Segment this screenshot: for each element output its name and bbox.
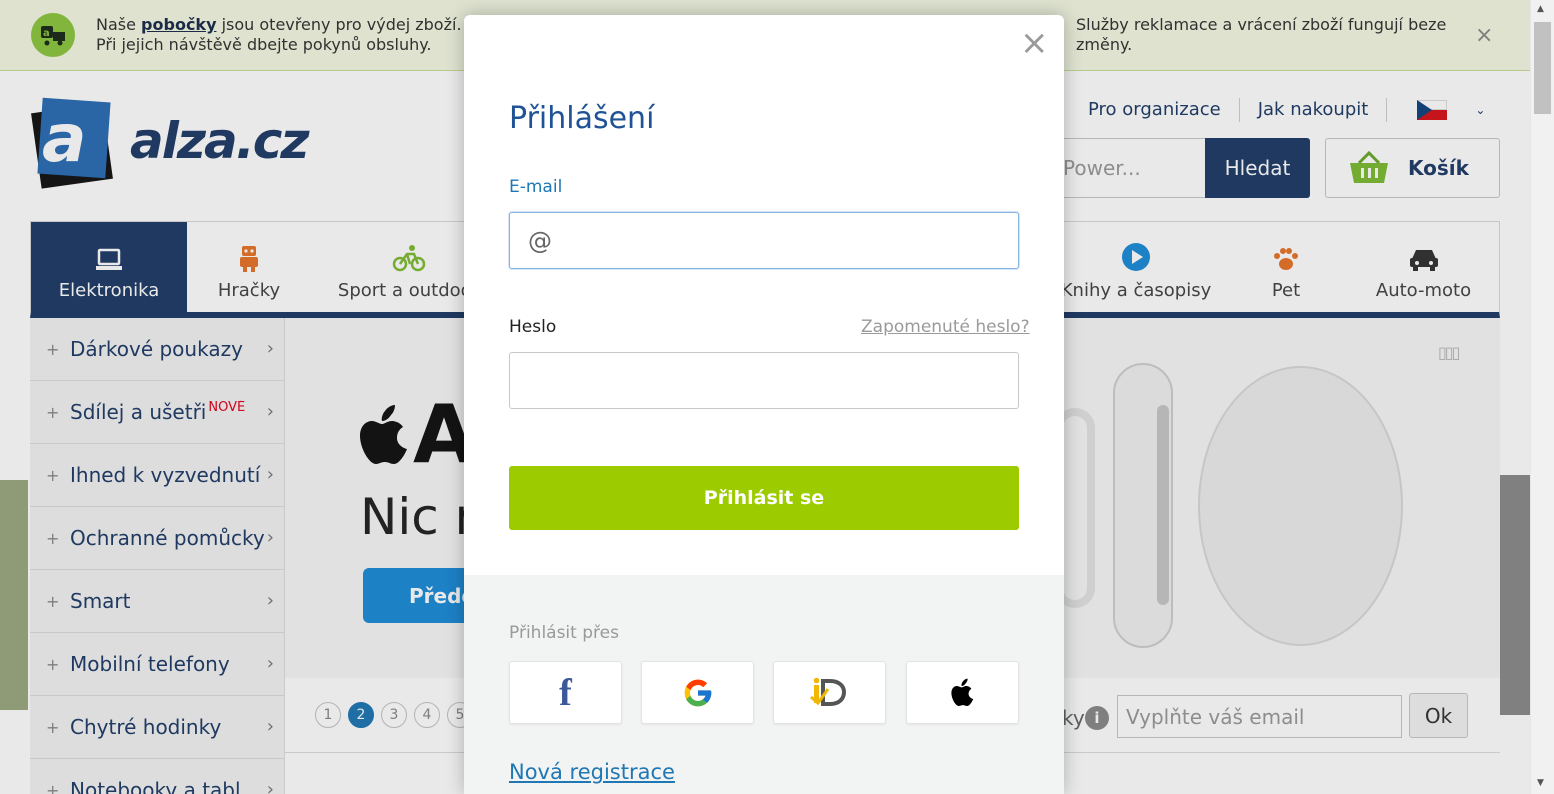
email-label: E-mail xyxy=(509,177,563,197)
mojeid-login-button[interactable] xyxy=(773,661,886,724)
modal-title: Přihlášení xyxy=(509,101,655,136)
at-sign-icon: @ xyxy=(528,227,552,255)
close-icon[interactable]: × xyxy=(1020,25,1049,61)
login-modal: × Přihlášení E-mail @ Heslo Zapomenuté h… xyxy=(464,15,1064,794)
scroll-down-icon[interactable]: ▼ xyxy=(1537,778,1544,788)
email-field[interactable]: @ xyxy=(509,212,1019,269)
mojeid-icon xyxy=(809,677,846,706)
login-button[interactable]: Přihlásit se xyxy=(509,466,1019,530)
scroll-thumb[interactable] xyxy=(1534,22,1551,114)
login-via-label: Přihlásit přes xyxy=(509,623,619,643)
apple-icon xyxy=(950,678,973,706)
facebook-icon: f xyxy=(559,671,572,714)
page-scrollbar[interactable]: ▲ ▼ xyxy=(1530,0,1554,794)
password-field[interactable] xyxy=(509,352,1019,409)
register-link[interactable]: Nová registrace xyxy=(509,760,675,784)
google-icon xyxy=(684,679,711,706)
scroll-up-icon[interactable]: ▲ xyxy=(1537,4,1544,14)
facebook-login-button[interactable]: f xyxy=(509,661,622,724)
google-login-button[interactable] xyxy=(641,661,754,724)
password-label: Heslo xyxy=(509,317,557,337)
forgot-password-link[interactable]: Zapomenuté heslo? xyxy=(861,317,1030,337)
social-login-section: Přihlásit přes f Nová registrace xyxy=(464,575,1064,794)
apple-login-button[interactable] xyxy=(906,661,1019,724)
